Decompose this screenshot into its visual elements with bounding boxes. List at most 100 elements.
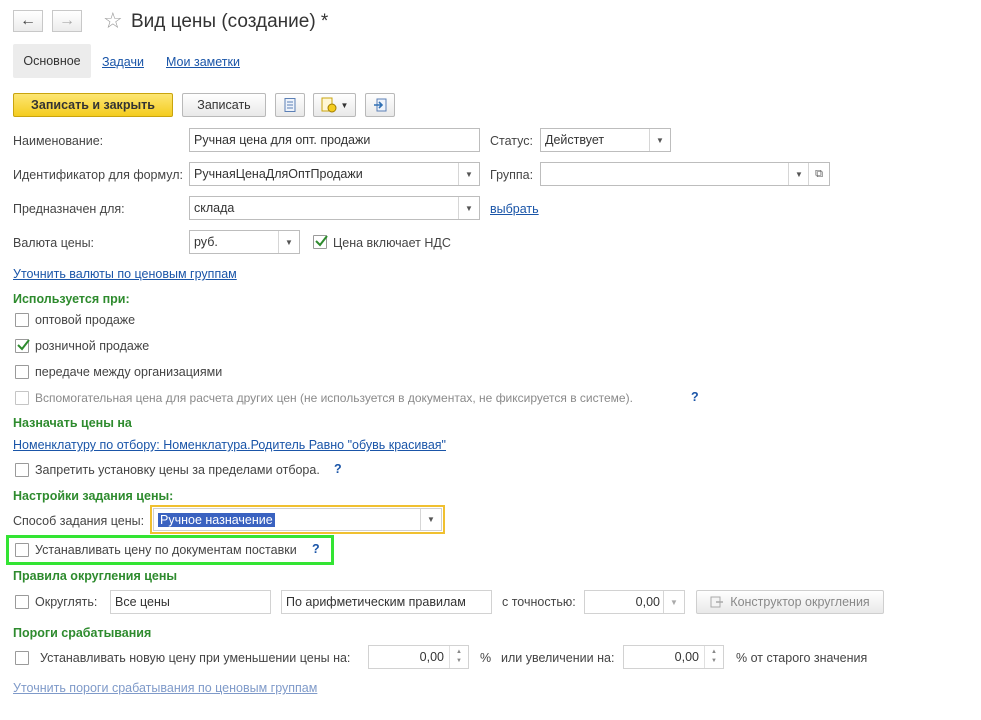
increase-threshold-value: 0,00 bbox=[674, 650, 699, 664]
save-and-close-button[interactable]: Записать и закрыть bbox=[13, 93, 173, 117]
status-value: Действует bbox=[545, 133, 605, 147]
round-rule-value: По арифметическим правилам bbox=[286, 595, 466, 609]
decrease-threshold-value: 0,00 bbox=[419, 650, 444, 664]
precision-select[interactable]: 0,00 ▼ bbox=[584, 590, 685, 614]
vat-checkbox[interactable] bbox=[313, 235, 328, 249]
supply-docs-checkbox[interactable] bbox=[15, 543, 29, 557]
favorite-star-icon[interactable]: ☆ bbox=[103, 9, 123, 33]
chevron-down-icon: ▼ bbox=[340, 100, 349, 110]
round-rule-field[interactable]: По арифметическим правилам bbox=[281, 590, 492, 614]
method-label: Способ задания цены: bbox=[13, 514, 145, 528]
rounding-constructor-label: Конструктор округления bbox=[730, 595, 870, 609]
intended-for-value: склада bbox=[194, 201, 235, 215]
chevron-down-icon[interactable]: ▼ bbox=[278, 231, 299, 253]
currency-label: Валюта цены: bbox=[13, 236, 95, 250]
threshold-checkbox[interactable] bbox=[15, 651, 29, 665]
precision-value: 0,00 bbox=[635, 595, 660, 609]
create-based-on-button[interactable]: ▼ bbox=[313, 93, 356, 117]
forward-button[interactable]: → bbox=[52, 10, 82, 32]
status-select[interactable]: Действует ▼ bbox=[540, 128, 671, 152]
group-label: Группа: bbox=[490, 168, 534, 182]
chevron-down-icon[interactable]: ▼ bbox=[649, 129, 670, 151]
document-list-icon bbox=[284, 98, 296, 112]
increase-threshold-input[interactable]: 0,00 ▲ ▼ bbox=[623, 645, 724, 669]
forbid-help-icon[interactable]: ? bbox=[334, 462, 342, 476]
rounding-heading: Правила округления цены bbox=[13, 569, 178, 583]
supply-docs-help-icon[interactable]: ? bbox=[312, 542, 320, 556]
name-value: Ручная цена для опт. продажи bbox=[194, 133, 371, 147]
rounding-constructor-button[interactable]: Конструктор округления bbox=[696, 590, 884, 614]
go-to-button[interactable] bbox=[365, 93, 395, 117]
save-button[interactable]: Записать bbox=[182, 93, 266, 117]
round-label: Округлять: bbox=[35, 595, 98, 609]
name-label: Наименование: bbox=[13, 134, 104, 148]
supply-docs-label: Устанавливать цену по документам поставк… bbox=[35, 543, 297, 557]
create-document-icon bbox=[321, 97, 337, 113]
or-increase-label: или увеличении на: bbox=[501, 651, 615, 665]
filter-link[interactable]: Номенклатуру по отбору: Номенклатура.Род… bbox=[13, 438, 446, 452]
inter-org-checkbox[interactable] bbox=[15, 365, 29, 379]
forbid-outside-filter-checkbox[interactable] bbox=[15, 463, 29, 477]
currency-groups-link[interactable]: Уточнить валюты по ценовым группам bbox=[13, 267, 237, 281]
currency-value: руб. bbox=[194, 235, 218, 249]
vat-label: Цена включает НДС bbox=[333, 236, 451, 250]
tab-my-notes[interactable]: Мои заметки bbox=[166, 55, 240, 69]
inter-org-label: передаче между организациями bbox=[35, 365, 223, 379]
arrow-right-icon: → bbox=[59, 12, 75, 29]
decrease-threshold-input[interactable]: 0,00 ▲ ▼ bbox=[368, 645, 469, 669]
method-value: Ручное назначение bbox=[158, 512, 275, 527]
tab-main[interactable]: Основное bbox=[13, 44, 91, 78]
save-label: Записать bbox=[197, 98, 251, 112]
formula-id-value: РучнаяЦенаДляОптПродажи bbox=[194, 167, 363, 181]
assign-heading: Назначать цены на bbox=[13, 416, 132, 430]
currency-select[interactable]: руб. ▼ bbox=[189, 230, 300, 254]
thresholds-groups-link[interactable]: Уточнить пороги срабатывания по ценовым … bbox=[13, 681, 317, 695]
wholesale-label: оптовой продаже bbox=[35, 313, 136, 327]
used-in-heading: Используется при: bbox=[13, 292, 130, 306]
forbid-outside-filter-label: Запретить установку цены за пределами от… bbox=[35, 463, 320, 477]
chevron-down-icon[interactable]: ▼ bbox=[458, 197, 479, 219]
tab-tasks[interactable]: Задачи bbox=[102, 55, 144, 69]
checkmark-icon bbox=[315, 235, 328, 247]
intended-for-label: Предназначен для: bbox=[13, 202, 125, 216]
go-to-icon bbox=[374, 98, 387, 112]
chevron-down-icon[interactable]: ▼ bbox=[663, 591, 684, 613]
precision-label: с точностью: bbox=[502, 595, 576, 609]
group-select[interactable]: ▼ ⧉ bbox=[540, 162, 830, 186]
method-select[interactable]: Ручное назначение ▼ bbox=[153, 508, 442, 531]
retail-checkbox[interactable] bbox=[15, 339, 30, 353]
back-button[interactable]: ← bbox=[13, 10, 43, 32]
name-input[interactable]: Ручная цена для опт. продажи bbox=[189, 128, 480, 152]
price-settings-heading: Настройки задания цены: bbox=[13, 489, 174, 503]
save-and-close-label: Записать и закрыть bbox=[31, 98, 155, 112]
spinner-icon[interactable]: ▲ ▼ bbox=[449, 646, 468, 668]
round-checkbox[interactable] bbox=[15, 595, 29, 609]
spinner-icon[interactable]: ▲ ▼ bbox=[704, 646, 723, 668]
tab-main-label: Основное bbox=[23, 54, 81, 68]
window-title: Вид цены (создание) * bbox=[131, 11, 329, 32]
threshold-set-new-label: Устанавливать новую цену при уменьшении … bbox=[40, 651, 351, 665]
formula-id-input[interactable]: РучнаяЦенаДляОптПродажи ▼ bbox=[189, 162, 480, 186]
chevron-down-icon[interactable]: ▼ bbox=[788, 163, 809, 185]
status-label: Статус: bbox=[490, 134, 533, 148]
report-button[interactable] bbox=[275, 93, 305, 117]
thresholds-heading: Пороги срабатывания bbox=[13, 626, 152, 640]
auxiliary-price-label: Вспомогательная цена для расчета других … bbox=[35, 391, 633, 405]
choose-link[interactable]: выбрать bbox=[490, 202, 539, 216]
constructor-icon bbox=[710, 596, 724, 608]
percent-sign: % bbox=[480, 651, 492, 665]
arrow-left-icon: ← bbox=[20, 12, 36, 29]
auxiliary-price-checkbox[interactable] bbox=[15, 391, 29, 405]
round-scope-value: Все цены bbox=[115, 595, 170, 609]
chevron-down-icon[interactable]: ▼ bbox=[458, 163, 479, 185]
intended-for-select[interactable]: склада ▼ bbox=[189, 196, 480, 220]
formula-id-label: Идентификатор для формул: bbox=[13, 168, 183, 182]
auxiliary-help-icon[interactable]: ? bbox=[691, 390, 699, 404]
open-icon[interactable]: ⧉ bbox=[808, 163, 829, 185]
round-scope-field[interactable]: Все цены bbox=[110, 590, 271, 614]
retail-label: розничной продаже bbox=[35, 339, 150, 353]
wholesale-checkbox[interactable] bbox=[15, 313, 29, 327]
checkmark-icon bbox=[17, 339, 30, 351]
of-old-value-label: % от старого значения bbox=[736, 651, 868, 665]
chevron-down-icon[interactable]: ▼ bbox=[420, 509, 441, 530]
